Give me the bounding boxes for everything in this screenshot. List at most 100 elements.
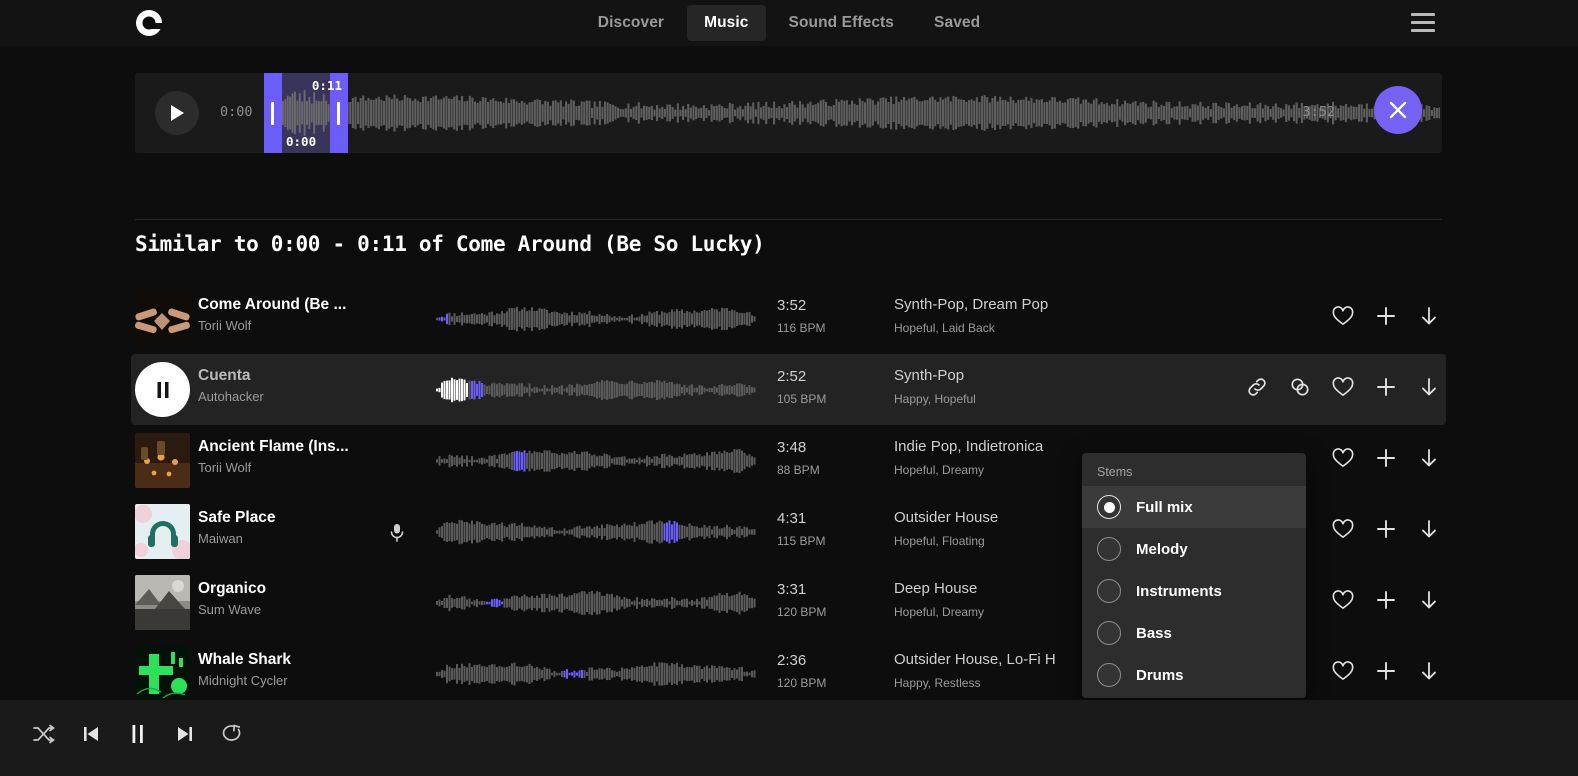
track-info: Cuenta Autohacker	[198, 367, 398, 404]
track-mood: Hopeful, Floating	[894, 534, 985, 548]
track-duration: 2:36	[777, 652, 807, 669]
album-artwork[interactable]	[135, 575, 190, 630]
previous-icon[interactable]	[77, 720, 104, 747]
hero-start-time: 0:00	[220, 104, 253, 120]
track-waveform[interactable]	[436, 367, 756, 413]
tab-music[interactable]: Music	[687, 5, 766, 41]
radio-button[interactable]	[1097, 495, 1121, 519]
plus-icon[interactable]	[1375, 518, 1397, 540]
track-artist: Torii Wolf	[198, 460, 252, 475]
selection-handle-left[interactable]	[271, 102, 274, 125]
table-row[interactable]: Come Around (Be ... Torii Wolf 3:52 116 BPM…	[131, 283, 1446, 354]
microphone-icon	[389, 523, 405, 542]
track-duration: 3:52	[777, 297, 807, 314]
track-title: Cuenta	[198, 367, 251, 384]
track-info: Come Around (Be ... Torii Wolf	[198, 296, 398, 333]
tab-sound-effects[interactable]: Sound Effects	[772, 5, 912, 41]
selection-start-label: 0:00	[286, 134, 317, 149]
track-bpm: 120 BPM	[777, 605, 827, 619]
plus-icon[interactable]	[1375, 447, 1397, 469]
shuffle-icon[interactable]	[30, 720, 57, 747]
track-bpm: 105 BPM	[777, 392, 827, 406]
track-bpm: 116 BPM	[777, 321, 826, 335]
plus-icon[interactable]	[1375, 660, 1397, 682]
album-artwork[interactable]	[135, 646, 190, 701]
repeat-icon[interactable]	[218, 720, 245, 747]
track-genre: Indie Pop, Indietronica	[894, 438, 1044, 455]
hero-end-time: 3:52	[1302, 104, 1335, 120]
app-root: Discover Music Sound Effects Saved 0:00 …	[0, 0, 1578, 776]
track-title: Organico	[198, 580, 267, 597]
row-action-buttons	[1332, 518, 1440, 540]
heart-icon[interactable]	[1332, 589, 1354, 611]
track-genre: Outsider House	[894, 509, 999, 526]
album-artwork[interactable]	[135, 291, 190, 346]
stem-option-label: Melody	[1136, 540, 1188, 558]
similar-icon[interactable]	[1289, 376, 1311, 398]
track-waveform[interactable]	[436, 296, 756, 342]
row-pause-button[interactable]	[135, 362, 190, 417]
album-artwork[interactable]	[135, 504, 190, 559]
heart-icon[interactable]	[1332, 447, 1354, 469]
radio-button[interactable]	[1097, 537, 1121, 561]
next-icon[interactable]	[171, 720, 198, 747]
row-action-buttons	[1246, 376, 1440, 398]
track-genre: Synth-Pop, Dream Pop	[894, 296, 1049, 313]
pause-icon[interactable]	[124, 720, 151, 747]
track-mood: Happy, Hopeful	[894, 392, 976, 406]
plus-icon[interactable]	[1375, 589, 1397, 611]
track-artist: Maiwan	[198, 531, 243, 546]
stem-option-melody[interactable]: Melody	[1082, 528, 1306, 570]
track-duration: 3:48	[777, 439, 807, 456]
stem-option-drums[interactable]: Drums	[1082, 654, 1306, 696]
stems-dropdown-menu: Stems Full mix Melody Instruments Bass Drums	[1082, 453, 1306, 698]
album-artwork[interactable]	[135, 433, 190, 488]
main-nav-tabs: Discover Music Sound Effects Saved	[0, 0, 1578, 46]
plus-icon[interactable]	[1375, 376, 1397, 398]
track-title: Whale Shark	[198, 651, 292, 668]
download-icon[interactable]	[1418, 447, 1440, 469]
track-info: Safe Place Maiwan	[198, 509, 398, 546]
hamburger-icon[interactable]	[1411, 12, 1435, 32]
track-waveform[interactable]	[436, 580, 756, 626]
heart-icon[interactable]	[1332, 660, 1354, 682]
download-icon[interactable]	[1418, 518, 1440, 540]
hero-waveform-player: 0:00 0:11 0:00 3:52	[135, 73, 1442, 153]
radio-button[interactable]	[1097, 663, 1121, 687]
download-icon[interactable]	[1418, 589, 1440, 611]
table-row[interactable]: Cuenta Autohacker 2:52 105 BPM Synth-Pop Happ…	[131, 354, 1446, 425]
hero-waveform[interactable]	[266, 73, 1440, 153]
radio-selected-dot	[1103, 501, 1115, 513]
radio-button[interactable]	[1097, 621, 1121, 645]
track-waveform[interactable]	[436, 651, 756, 697]
heart-icon[interactable]	[1332, 518, 1354, 540]
heart-icon[interactable]	[1332, 376, 1354, 398]
download-icon[interactable]	[1418, 660, 1440, 682]
track-genre: Outsider House, Lo-Fi H	[894, 651, 1056, 668]
track-artist: Sum Wave	[198, 602, 262, 617]
tab-discover[interactable]: Discover	[581, 5, 681, 41]
track-waveform[interactable]	[436, 438, 756, 484]
track-mood: Hopeful, Dreamy	[894, 463, 985, 477]
stem-option-label: Bass	[1136, 624, 1172, 642]
download-icon[interactable]	[1418, 376, 1440, 398]
close-icon[interactable]	[1374, 86, 1422, 134]
track-waveform[interactable]	[436, 509, 756, 555]
radio-button[interactable]	[1097, 579, 1121, 603]
hero-selection-region[interactable]: 0:11 0:00	[264, 73, 348, 153]
track-duration: 2:52	[777, 368, 807, 385]
track-title: Safe Place	[198, 509, 276, 526]
stem-option-bass[interactable]: Bass	[1082, 612, 1306, 654]
tab-saved[interactable]: Saved	[917, 5, 997, 41]
stem-option-full-mix[interactable]: Full mix	[1082, 486, 1306, 528]
selection-handle-right[interactable]	[337, 102, 340, 125]
hero-play-button[interactable]	[155, 91, 199, 135]
download-icon[interactable]	[1418, 305, 1440, 327]
link-icon[interactable]	[1246, 376, 1268, 398]
track-duration: 3:31	[777, 581, 807, 598]
heart-icon[interactable]	[1332, 305, 1354, 327]
stem-option-instruments[interactable]: Instruments	[1082, 570, 1306, 612]
track-mood: Happy, Restless	[894, 676, 981, 690]
plus-icon[interactable]	[1375, 305, 1397, 327]
track-info: Whale Shark Midnight Cycler	[198, 651, 398, 688]
